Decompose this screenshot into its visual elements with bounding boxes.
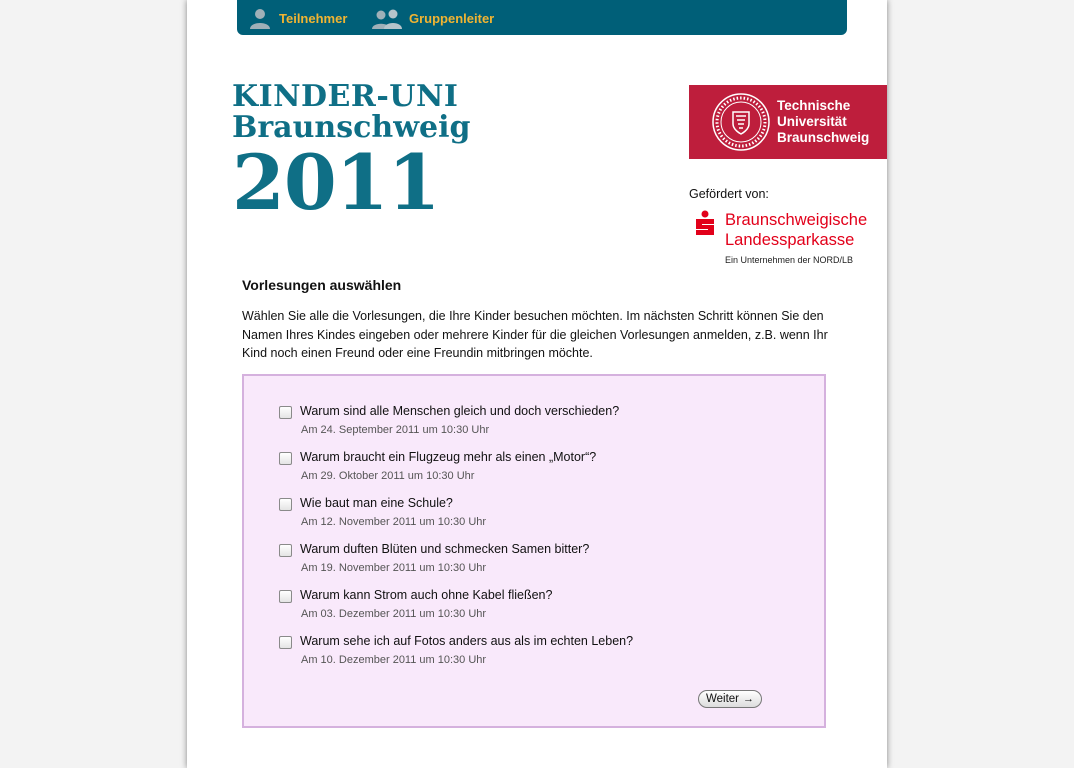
lecture-title[interactable]: Warum braucht ein Flugzeug mehr als eine… (300, 450, 596, 464)
sparkasse-line-2: Landessparkasse (725, 231, 855, 249)
lecture-date: Am 03. Dezember 2011 um 10:30 Uhr (301, 608, 487, 620)
lecture-title[interactable]: Warum sehe ich auf Fotos anders aus als … (300, 634, 633, 648)
sparkasse-name: Braunschweigische Landessparkasse (725, 210, 867, 250)
logo-line-1: KINDER-UNI (232, 79, 459, 114)
top-navigation: Teilnehmer Gruppenleiter (237, 0, 847, 35)
kinder-uni-logo: KINDER-UNI Braunschweig 2011 (232, 82, 472, 222)
lecture-title[interactable]: Warum sind alle Menschen gleich und doch… (300, 404, 619, 418)
sparkasse-subline: Ein Unternehmen der NORD/LB (725, 255, 854, 265)
tu-line-1: Technische (777, 98, 851, 113)
lecture-checkbox[interactable] (279, 636, 292, 649)
sparkasse-icon (696, 210, 714, 235)
page: Teilnehmer Gruppenleiter KINDER-UNI Brau… (187, 0, 887, 768)
lecture-checkbox[interactable] (279, 406, 292, 419)
person-icon (250, 9, 270, 29)
page-heading: Vorlesungen auswählen (242, 277, 402, 293)
nav-item-gruppenleiter[interactable]: Gruppenleiter (371, 7, 494, 29)
lecture-title[interactable]: Wie baut man eine Schule? (300, 496, 453, 510)
logo-year: 2011 (232, 138, 441, 227)
lecture-date: Am 10. Dezember 2011 um 10:30 Uhr (301, 654, 487, 666)
lecture-checkbox[interactable] (279, 544, 292, 557)
sponsor-label: Gefördert von: (689, 187, 769, 201)
tu-line-3: Braunschweig (777, 130, 870, 145)
tu-logo-text: Technische Universität Braunschweig (777, 98, 869, 146)
nav-item-teilnehmer[interactable]: Teilnehmer (247, 7, 347, 29)
lecture-title[interactable]: Warum duften Blüten und schmecken Samen … (300, 542, 589, 556)
lecture-checkbox[interactable] (279, 498, 292, 511)
arrow-right-icon: → (743, 693, 755, 705)
lecture-checkbox[interactable] (279, 590, 292, 603)
nav-item-label: Teilnehmer (279, 10, 348, 26)
lecture-date: Am 24. September 2011 um 10:30 Uhr (301, 424, 490, 436)
sparkasse-logo: Braunschweigische Landessparkasse Ein Un… (693, 210, 887, 265)
tu-seal-icon (712, 93, 770, 151)
lecture-title[interactable]: Warum kann Strom auch ohne Kabel fließen… (300, 588, 552, 602)
tu-braunschweig-logo: Technische Universität Braunschweig (689, 85, 887, 159)
nav-item-label: Gruppenleiter (409, 10, 495, 26)
sparkasse-line-1: Braunschweigische (725, 211, 868, 229)
group-icon (372, 9, 402, 29)
tu-line-2: Universität (777, 114, 847, 129)
lecture-selection-box: Warum sind alle Menschen gleich und doch… (242, 374, 826, 728)
lecture-date: Am 19. November 2011 um 10:30 Uhr (301, 562, 487, 574)
weiter-label: Weiter (705, 693, 740, 705)
lecture-checkbox[interactable] (279, 452, 292, 465)
lecture-date: Am 12. November 2011 um 10:30 Uhr (301, 516, 487, 528)
lecture-date: Am 29. Oktober 2011 um 10:30 Uhr (301, 470, 475, 482)
weiter-button[interactable]: Weiter → (698, 690, 762, 708)
intro-text: Wählen Sie alle die Vorlesungen, die Ihr… (242, 309, 828, 360)
